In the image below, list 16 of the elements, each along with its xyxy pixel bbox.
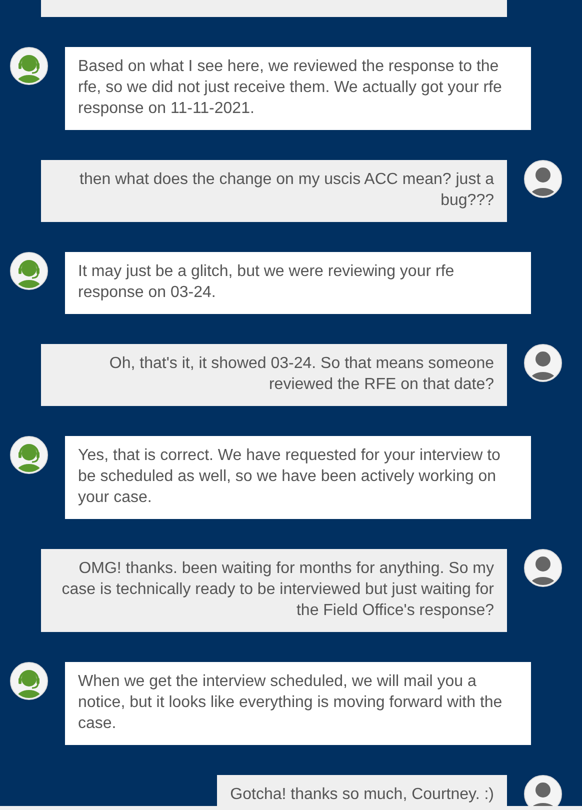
user-message: OMG! thanks. been waiting for months for anything. So my case is technically ready to be interviewed but just waiting for the Field Office's response?	[41, 549, 507, 632]
agent-avatar-icon	[10, 47, 48, 85]
user-message: Oh, that's it, it showed 03-24. So that means someone reviewed the RFE on that date?	[41, 344, 507, 406]
agent-message: When we get the interview scheduled, we will mail you a notice, but it looks like everything is moving forward with the case.	[65, 662, 531, 745]
user-message: then what does the change on my uscis ACC mean? just a bug???	[41, 160, 507, 222]
user-avatar-icon	[524, 775, 562, 806]
agent-message: Yes, that is correct. We have requested for your interview to be scheduled as well, so we have been actively working on your case.	[65, 436, 531, 519]
agent-avatar-icon	[10, 252, 48, 290]
user-message: Gotcha! thanks so much, Courtney. :)	[217, 775, 507, 806]
agent-avatar-icon	[10, 662, 48, 700]
agent-message: It may just be a glitch, but we were reviewing your rfe response on 03-24.	[65, 252, 531, 314]
agent-avatar-icon	[10, 436, 48, 474]
user-avatar-icon	[524, 344, 562, 382]
agent-message: Based on what I see here, we reviewed the response to the rfe, so we did not just receive them. We actually got your rfe response on 11-11-2021.	[65, 47, 531, 130]
user-avatar-icon	[524, 160, 562, 198]
user-avatar-icon	[524, 549, 562, 587]
